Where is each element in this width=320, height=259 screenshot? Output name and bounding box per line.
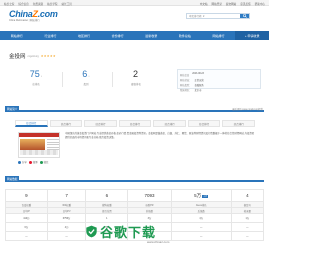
top-bar: 站长之家 综合信息 免费资源 站长学院 站长工具 中文站 网站登录 提交网站 意… — [0, 0, 269, 6]
share-icon — [18, 160, 21, 164]
data-section-header: 网站数据 — [5, 176, 264, 182]
watermark-text: 谷歌下载 — [100, 225, 157, 240]
info-row: 网站状态： 正常运营 — [180, 80, 204, 82]
main-nav: 网站排行 行业排行 地区排行 省份排行 最新收录 软件总站 网站排行 + 申请收… — [0, 31, 269, 40]
top-bar-right-links: 中文站 网站登录 提交网站 意见反馈 帮助中心 — [200, 2, 265, 6]
tab[interactable]: 综合排行 — [49, 120, 83, 127]
table-cell: 5万 ↓1万 — [170, 189, 232, 202]
table-cell: 9 — [5, 189, 48, 202]
top-link[interactable]: 免费资源 — [33, 2, 43, 6]
section-tag: 网站简介 — [5, 106, 20, 112]
site-logo[interactable]: ChinaZ.com China Webmaster | 网站排行 — [9, 9, 58, 22]
tab[interactable]: 综合排行 — [84, 120, 117, 127]
table-cell: 4 — [230, 189, 265, 202]
top-link[interactable]: 站长工具 — [62, 2, 72, 6]
info-row: 网站类型： 金融服务 — [180, 85, 204, 87]
tab[interactable]: 综合排行 — [153, 120, 186, 127]
nav-item[interactable]: 最新收录 — [135, 31, 169, 40]
share-bar: 分享 微博 微信 — [18, 160, 48, 164]
table-cell: 6万 — [5, 222, 48, 232]
table-cell: 1万 — [230, 213, 265, 223]
change-badge: ↓1万 — [202, 194, 209, 198]
star-rating: ★★★★★ — [40, 54, 56, 58]
tab[interactable]: 综合排行 — [118, 120, 152, 127]
rank-tabs: 综合排行 综合排行 综合排行 综合排行 综合排行 综合排行 综合排行 — [15, 120, 256, 127]
top-link[interactable]: 帮助中心 — [255, 2, 265, 6]
weibo-icon — [28, 160, 32, 164]
stat-label: 总排名 — [32, 83, 40, 86]
table-row: 9 7 6 7093 5万 ↓1万 4 — [5, 189, 265, 202]
section-note[interactable]: 最近更新 www.cngold.org提供 — [232, 107, 263, 111]
tab[interactable]: 综合排行 — [187, 120, 221, 127]
stat-province-rank: 2 省级排名 — [116, 69, 156, 87]
intro-section-header: 网站简介 最近更新 www.cngold.org提供 — [5, 106, 264, 112]
table-cell: — — [46, 231, 87, 241]
site-name: 金投网 — [9, 54, 26, 60]
table-cell: — — [230, 231, 265, 241]
nav-item[interactable]: 软件总站 — [168, 31, 202, 40]
site-domain[interactable]: cngold.org — [28, 55, 39, 58]
table-cell: 7 — [46, 189, 87, 202]
info-row: 所属地区： 北京市 — [180, 90, 202, 92]
tab[interactable]: 综合排行 — [222, 120, 256, 127]
share-button[interactable]: 分享 — [18, 160, 27, 164]
watermark: 谷歌下载 www.chinaz.com — [85, 222, 169, 244]
nav-item[interactable]: 行业排行 — [34, 31, 68, 40]
search-button[interactable] — [240, 14, 249, 18]
table-cell: 6 — [85, 189, 129, 202]
top-link[interactable]: 意见反馈 — [240, 2, 250, 6]
top-bar-left-links: 站长之家 综合信息 免费资源 站长学院 站长工具 — [4, 2, 72, 6]
tab[interactable]: 综合排行 — [15, 120, 48, 127]
table-cell: — — [170, 231, 232, 241]
table-cell: 410万 — [5, 213, 48, 223]
site-description: 中国领先的黄金投资门户网站,专业提供黄金价格,金价行情,贵金属投资等资讯。金投网… — [65, 132, 255, 139]
top-link[interactable]: 综合信息 — [18, 2, 28, 6]
info-header: 网站信息 2023-08-23 — [180, 73, 204, 77]
top-link[interactable]: 站长之家 — [4, 2, 14, 6]
wechat-button[interactable]: 微信 — [39, 160, 48, 164]
divider — [112, 72, 113, 87]
chevron-down-icon[interactable]: ▼ — [203, 15, 205, 18]
section-tag: 网站数据 — [5, 176, 20, 182]
stat-category-rank: 6↓ 类别 — [66, 69, 106, 87]
watermark-url: www.chinaz.com — [147, 240, 170, 244]
site-title: 金投网 cngold.org ★★★★★ — [9, 52, 56, 60]
site-info-panel: 网站信息 2023-08-23 网站状态： 正常运营 网站类型： 金融服务 所属地区：… — [177, 69, 261, 92]
table-cell: 6756万 — [46, 213, 87, 223]
stat-value: 6↓ — [82, 69, 90, 79]
search-icon — [242, 14, 247, 18]
stat-value: 75↓ — [29, 69, 43, 79]
thumb-footer — [20, 150, 58, 155]
top-link[interactable]: 站长学院 — [47, 2, 57, 6]
divider — [62, 72, 63, 87]
weibo-button[interactable]: 微博 — [28, 160, 38, 164]
table-cell: — — [230, 222, 265, 232]
thumb-header — [19, 133, 59, 137]
top-link[interactable]: 网站登录 — [212, 2, 222, 6]
search-scope[interactable]: 中文排行榜 — [189, 14, 202, 18]
table-cell: — — [5, 231, 48, 241]
top-link[interactable]: 中文站 — [200, 2, 208, 6]
apply-listing-button[interactable]: + 申请收录 — [235, 31, 269, 40]
table-cell: 4万 — [170, 213, 232, 223]
stat-value: 2 — [132, 69, 138, 79]
table-cell: — — [170, 222, 232, 232]
site-thumbnail[interactable] — [18, 132, 60, 158]
search-box[interactable]: 中文排行榜 ▼ — [186, 13, 250, 19]
nav-item[interactable]: 省份排行 — [101, 31, 135, 40]
nav-item[interactable]: 地区排行 — [67, 31, 101, 40]
stat-total-rank: 75↓ 总排名 — [16, 69, 56, 87]
stat-label: 省级排名 — [130, 83, 141, 86]
wechat-icon — [39, 160, 43, 164]
shield-icon — [86, 225, 97, 238]
top-link[interactable]: 提交网站 — [226, 2, 236, 6]
table-cell: 4万 — [46, 222, 87, 232]
nav-item[interactable]: 网站排行 — [0, 31, 34, 40]
table-cell: 7093 — [127, 189, 172, 202]
stat-label: 类别 — [83, 83, 89, 86]
thumb-banner — [20, 139, 45, 150]
nav-item[interactable]: 网站排行 — [202, 31, 236, 40]
